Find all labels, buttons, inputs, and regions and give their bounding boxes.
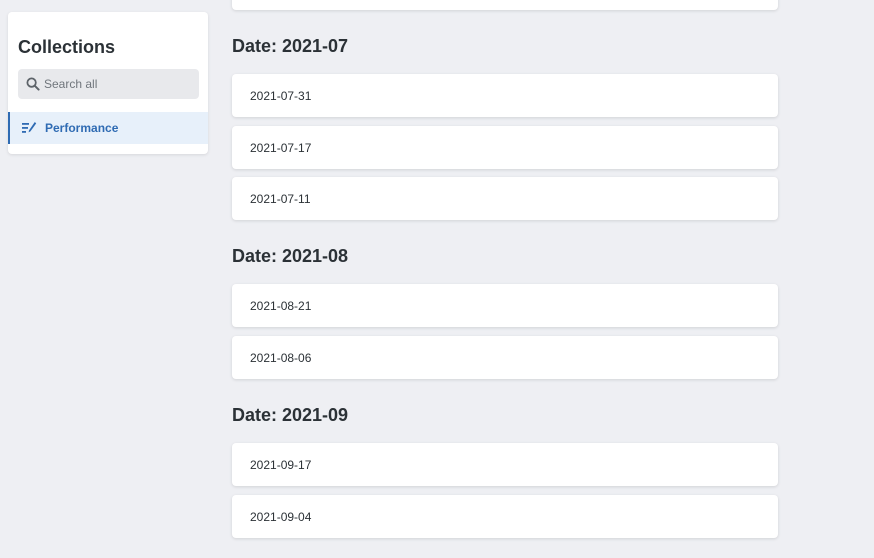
- entry-date: 2021-07-17: [250, 140, 312, 155]
- group-heading: Date: 2021-07: [232, 36, 349, 56]
- list-item[interactable]: 2021-07-17: [232, 126, 778, 169]
- sidebar-item-label: Performance: [45, 121, 119, 135]
- list-item[interactable]: 2021-07-11: [232, 177, 778, 220]
- entry-date: 2021-09-04: [250, 509, 312, 524]
- list-item[interactable]: 2021-09-17: [232, 443, 778, 486]
- search-icon: [26, 77, 40, 91]
- sidebar-title: Collections: [18, 37, 116, 57]
- list-item[interactable]: 2021-07-31: [232, 74, 778, 117]
- group-heading: Date: 2021-08: [232, 246, 349, 266]
- entry-date: 2021-09-17: [250, 457, 312, 472]
- search-input[interactable]: [44, 77, 194, 91]
- collections-sidebar: Collections Performance: [8, 12, 208, 154]
- search-box[interactable]: [18, 69, 199, 99]
- entry-date: 2021-08-06: [250, 350, 312, 365]
- sidebar-item-performance[interactable]: Performance: [8, 112, 208, 144]
- edit-list-icon: [21, 121, 37, 135]
- entry-date: 2021-07-11: [250, 191, 311, 206]
- entry-date: 2021-07-31: [250, 88, 312, 103]
- list-item[interactable]: 2021-08-21: [232, 284, 778, 327]
- group-heading: Date: 2021-09: [232, 405, 349, 425]
- list-item[interactable]: 2021-09-04: [232, 495, 778, 538]
- list-item-partial[interactable]: [232, 0, 778, 10]
- list-item[interactable]: 2021-08-06: [232, 336, 778, 379]
- entry-date: 2021-08-21: [250, 298, 312, 313]
